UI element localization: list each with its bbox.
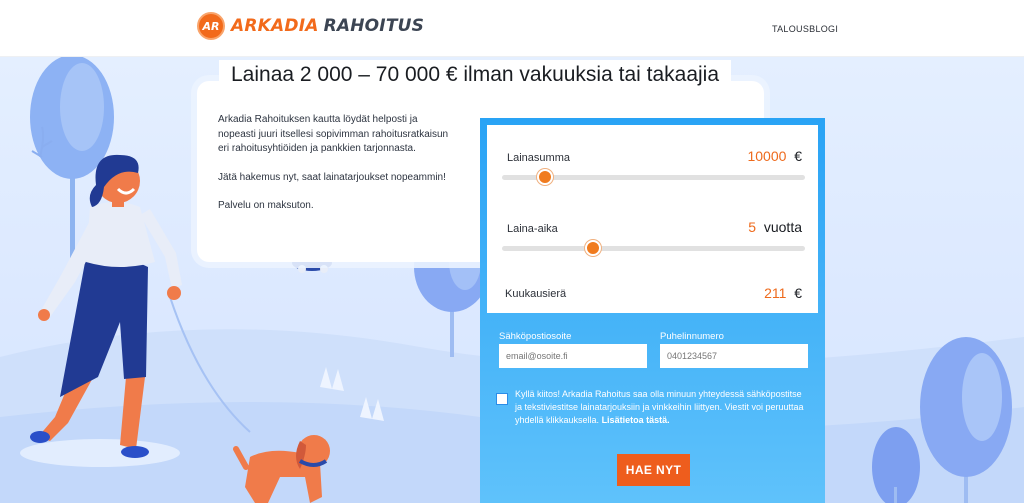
loan-term-label: Laina-aika	[507, 223, 558, 235]
nav-link-talousblogi[interactable]: TALOUSBLOGI	[772, 24, 838, 34]
loan-term-value: 5 vuotta	[700, 219, 802, 235]
phone-field[interactable]	[660, 344, 808, 368]
site-header: AR ARKADIA RAHOITUS TALOUSBLOGI	[0, 0, 1024, 57]
intro-paragraph: Jätä hakemus nyt, saat lainatarjoukset n…	[218, 171, 446, 183]
logo-wordmark: ARKADIA RAHOITUS	[231, 16, 424, 36]
loan-amount-label: Lainasumma	[507, 152, 570, 164]
loan-term-number: 5	[748, 219, 757, 235]
phone-label: Puhelinnumero	[660, 331, 724, 342]
logo-badge-icon: AR	[197, 12, 225, 40]
brand-logo[interactable]: AR ARKADIA RAHOITUS	[197, 12, 424, 40]
intro-paragraph: Palvelu on maksuton.	[218, 200, 314, 211]
logo-word-rahoitus: RAHOITUS	[323, 16, 425, 36]
loan-amount-unit: €	[794, 148, 802, 164]
loan-term-slider-handle[interactable]	[585, 240, 601, 256]
monthly-payment-unit: €	[794, 285, 802, 301]
monthly-payment-value: 211 €	[700, 285, 802, 301]
email-label: Sähköpostiosoite	[499, 331, 572, 342]
consent-text: Kyllä kiitos! Arkadia Rahoitus saa olla …	[515, 388, 805, 427]
monthly-payment-number: 211	[764, 285, 787, 301]
monthly-payment-label: Kuukausierä	[505, 288, 567, 300]
intro-paragraph: Arkadia Rahoituksen kautta löydät helpos…	[218, 114, 449, 154]
intro-text-block: Arkadia Rahoituksen kautta löydät helpos…	[218, 113, 458, 228]
loan-term-unit: vuotta	[763, 219, 802, 235]
submit-button[interactable]: HAE NYT	[617, 454, 690, 486]
page-headline: Lainaa 2 000 – 70 000 € ilman vakuuksia …	[219, 60, 732, 90]
email-field[interactable]	[499, 344, 647, 368]
loan-term-slider-track[interactable]	[502, 246, 805, 251]
loan-amount-value: 10000 €	[700, 148, 802, 164]
logo-word-arkadia: ARKADIA	[231, 16, 319, 36]
consent-checkbox[interactable]	[496, 393, 508, 405]
consent-more-info-link[interactable]: Lisätietoa tästä.	[602, 415, 670, 425]
loan-amount-number: 10000	[747, 148, 787, 164]
loan-amount-slider-handle[interactable]	[537, 169, 553, 185]
